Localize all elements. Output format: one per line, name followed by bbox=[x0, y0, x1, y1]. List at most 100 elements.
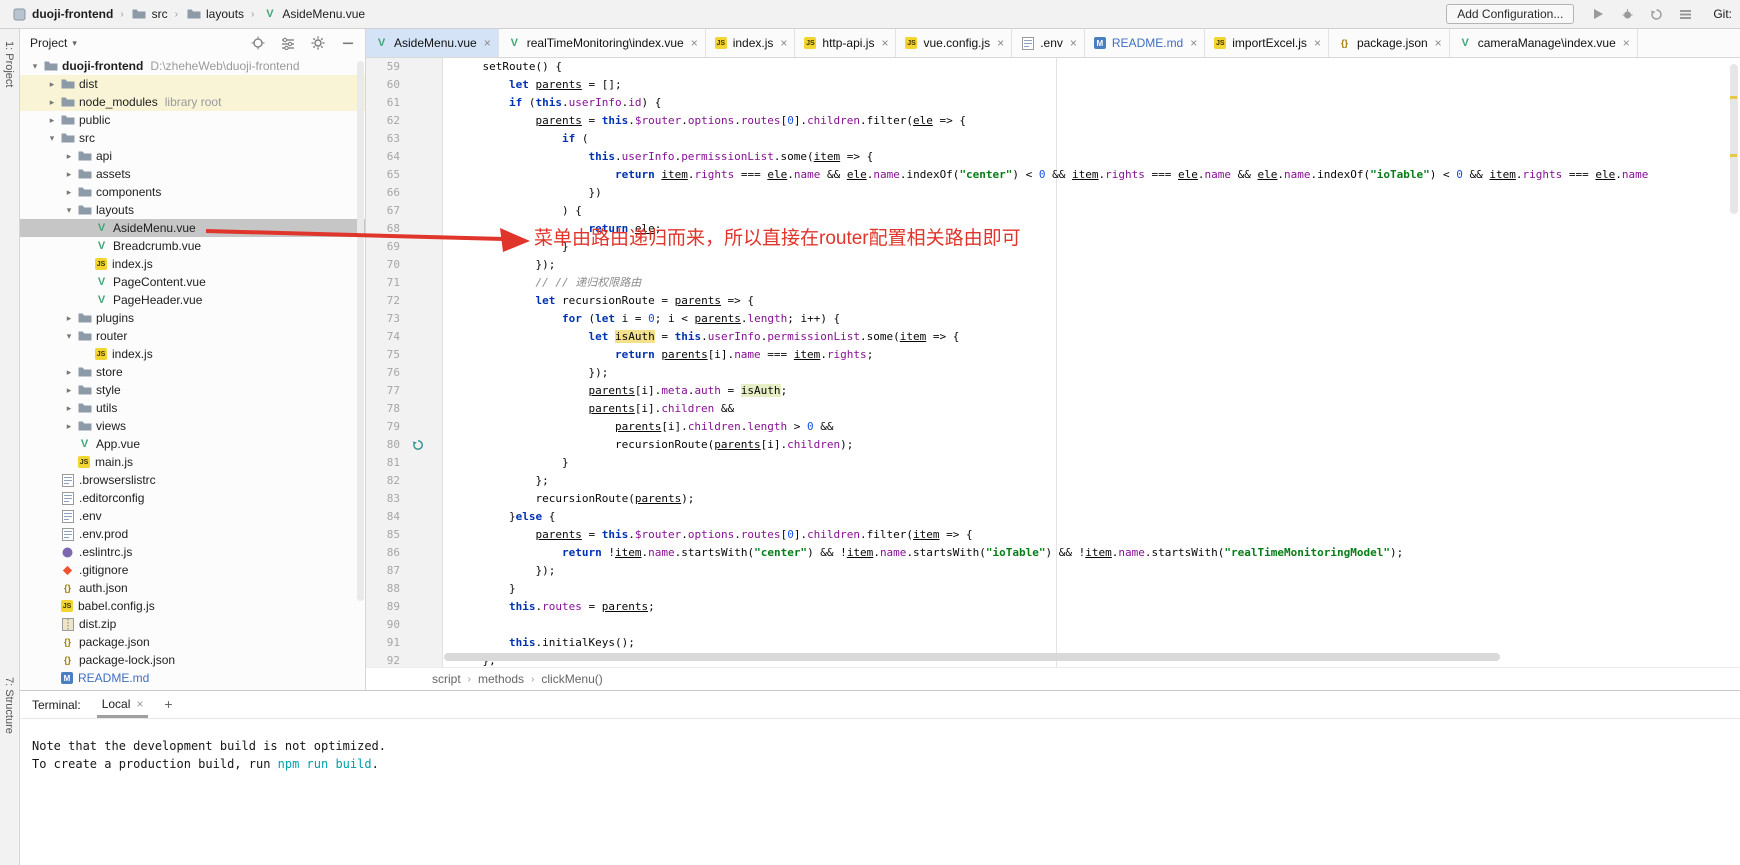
chevron-right-icon[interactable]: ▸ bbox=[62, 385, 76, 396]
tree-item-layouts[interactable]: ▾layouts bbox=[20, 201, 365, 219]
tree-item-style[interactable]: ▸style bbox=[20, 381, 365, 399]
tree-item-utils[interactable]: ▸utils bbox=[20, 399, 365, 417]
close-icon[interactable]: × bbox=[1623, 36, 1630, 50]
tab-asidemenu-vue[interactable]: VAsideMenu.vue× bbox=[366, 29, 499, 57]
close-icon[interactable]: × bbox=[780, 36, 787, 50]
code-editor[interactable]: 59 setRoute() {60 let parents = [];61 if… bbox=[366, 58, 1740, 667]
tree-item-readme-md[interactable]: MREADME.md bbox=[20, 669, 365, 687]
code-line-72[interactable]: 72 let recursionRoute = parents => { bbox=[366, 292, 1740, 310]
gear-icon[interactable] bbox=[310, 36, 325, 51]
code-line-69[interactable]: 69 } bbox=[366, 238, 1740, 256]
code-line-64[interactable]: 64 this.userInfo.permissionList.some(ite… bbox=[366, 148, 1740, 166]
chevron-right-icon[interactable]: ▸ bbox=[62, 403, 76, 414]
tree-item-package-json[interactable]: {}package.json bbox=[20, 633, 365, 651]
tree-item-router[interactable]: ▾router bbox=[20, 327, 365, 345]
chevron-right-icon[interactable]: ▸ bbox=[62, 151, 76, 162]
breadcrumb-project[interactable]: duoji-frontend bbox=[8, 6, 116, 22]
tree-item-src[interactable]: ▾src bbox=[20, 129, 365, 147]
chevron-right-icon[interactable]: ▸ bbox=[62, 187, 76, 198]
chevron-right-icon[interactable]: ▸ bbox=[62, 313, 76, 324]
tree-item-pageheader-vue[interactable]: VPageHeader.vue bbox=[20, 291, 365, 309]
tree-item-store[interactable]: ▸store bbox=[20, 363, 365, 381]
project-tree[interactable]: ▾duoji-frontendD:\zheheWeb\duoji-fronten… bbox=[20, 57, 365, 690]
code-line-81[interactable]: 81 } bbox=[366, 454, 1740, 472]
tab-vue-config-js[interactable]: JSvue.config.js× bbox=[896, 29, 1012, 57]
code-line-63[interactable]: 63 if ( bbox=[366, 130, 1740, 148]
project-panel-title[interactable]: Project bbox=[30, 36, 67, 50]
breadcrumb-asidemenu-vue[interactable]: VAsideMenu.vue bbox=[258, 6, 368, 22]
tree-item-app-vue[interactable]: VApp.vue bbox=[20, 435, 365, 453]
breadcrumb-src[interactable]: src bbox=[128, 6, 171, 22]
breadcrumb-methods[interactable]: methods bbox=[478, 672, 524, 686]
code-line-91[interactable]: 91 this.initialKeys(); bbox=[366, 634, 1740, 652]
code-line-60[interactable]: 60 let parents = []; bbox=[366, 76, 1740, 94]
horizontal-scrollbar[interactable] bbox=[444, 653, 1500, 661]
code-line-87[interactable]: 87 }); bbox=[366, 562, 1740, 580]
chevron-right-icon[interactable]: ▸ bbox=[45, 97, 59, 108]
code-line-68[interactable]: 68 return ele; bbox=[366, 220, 1740, 238]
tree-item-components[interactable]: ▸components bbox=[20, 183, 365, 201]
locate-icon[interactable] bbox=[250, 36, 265, 51]
project-tree-scrollbar[interactable] bbox=[357, 61, 364, 601]
code-line-86[interactable]: 86 return !item.name.startsWith("center"… bbox=[366, 544, 1740, 562]
code-line-83[interactable]: 83 recursionRoute(parents); bbox=[366, 490, 1740, 508]
close-icon[interactable]: × bbox=[691, 36, 698, 50]
tree-item-index-js[interactable]: JSindex.js bbox=[20, 255, 365, 273]
tree-item-node-modules[interactable]: ▸node_moduleslibrary root bbox=[20, 93, 365, 111]
tree-item-dist-zip[interactable]: dist.zip bbox=[20, 615, 365, 633]
close-icon[interactable]: × bbox=[881, 36, 888, 50]
code-line-88[interactable]: 88 } bbox=[366, 580, 1740, 598]
tree-item-main-js[interactable]: JSmain.js bbox=[20, 453, 365, 471]
structure-toolwindow-button[interactable]: 7: Structure bbox=[3, 677, 15, 734]
code-line-90[interactable]: 90 bbox=[366, 616, 1740, 634]
tree-item-eslintrc-js[interactable]: .eslintrc.js bbox=[20, 543, 365, 561]
tree-item-api[interactable]: ▸api bbox=[20, 147, 365, 165]
code-line-76[interactable]: 76 }); bbox=[366, 364, 1740, 382]
chevron-right-icon[interactable]: ▸ bbox=[62, 367, 76, 378]
code-line-84[interactable]: 84 }else { bbox=[366, 508, 1740, 526]
close-icon[interactable]: × bbox=[1070, 36, 1077, 50]
code-line-74[interactable]: 74 let isAuth = this.userInfo.permission… bbox=[366, 328, 1740, 346]
tree-item-breadcrumb-vue[interactable]: VBreadcrumb.vue bbox=[20, 237, 365, 255]
tree-item-dist[interactable]: ▸dist bbox=[20, 75, 365, 93]
close-icon[interactable]: × bbox=[484, 36, 491, 50]
chevron-down-icon[interactable]: ▾ bbox=[28, 61, 42, 72]
tree-item-pagecontent-vue[interactable]: VPageContent.vue bbox=[20, 273, 365, 291]
tab-index-js[interactable]: JSindex.js× bbox=[706, 29, 796, 57]
tree-item-views[interactable]: ▸views bbox=[20, 417, 365, 435]
chevron-down-icon[interactable]: ▾ bbox=[45, 133, 59, 144]
tab-readme-md[interactable]: MREADME.md× bbox=[1085, 29, 1205, 57]
breadcrumb-layouts[interactable]: layouts bbox=[182, 6, 247, 22]
project-toolwindow-button[interactable]: 1: Project bbox=[3, 41, 15, 87]
chevron-right-icon[interactable]: ▸ bbox=[45, 115, 59, 126]
hide-icon[interactable] bbox=[340, 36, 355, 51]
chevron-right-icon[interactable]: ▸ bbox=[45, 79, 59, 90]
breadcrumb-clickmenu[interactable]: clickMenu() bbox=[541, 672, 602, 686]
code-line-70[interactable]: 70 }); bbox=[366, 256, 1740, 274]
code-line-82[interactable]: 82 }; bbox=[366, 472, 1740, 490]
tab-realtimemonitoring-index-vue[interactable]: VrealTimeMonitoring\index.vue× bbox=[499, 29, 706, 57]
close-icon[interactable]: × bbox=[997, 36, 1004, 50]
breadcrumb-script[interactable]: script bbox=[432, 672, 461, 686]
filter-icon[interactable] bbox=[280, 36, 295, 51]
tree-item-auth-json[interactable]: {}auth.json bbox=[20, 579, 365, 597]
terminal-tab-local[interactable]: Local × bbox=[97, 697, 149, 718]
code-line-75[interactable]: 75 return parents[i].name === item.right… bbox=[366, 346, 1740, 364]
tree-item-index-js[interactable]: JSindex.js bbox=[20, 345, 365, 363]
code-line-89[interactable]: 89 this.routes = parents; bbox=[366, 598, 1740, 616]
tree-item-assets[interactable]: ▸assets bbox=[20, 165, 365, 183]
tree-item-duoji-frontend[interactable]: ▾duoji-frontendD:\zheheWeb\duoji-fronten… bbox=[20, 57, 365, 75]
tree-item-babel-config-js[interactable]: JSbabel.config.js bbox=[20, 597, 365, 615]
tab-cameramanage-index-vue[interactable]: VcameraManage\index.vue× bbox=[1450, 29, 1638, 57]
tab-importexcel-js[interactable]: JSimportExcel.js× bbox=[1205, 29, 1329, 57]
close-icon[interactable]: × bbox=[1435, 36, 1442, 50]
tree-item-editorconfig[interactable]: .editorconfig bbox=[20, 489, 365, 507]
code-line-66[interactable]: 66 }) bbox=[366, 184, 1740, 202]
code-line-61[interactable]: 61 if (this.userInfo.id) { bbox=[366, 94, 1740, 112]
tree-item-gitignore[interactable]: .gitignore bbox=[20, 561, 365, 579]
code-line-78[interactable]: 78 parents[i].children && bbox=[366, 400, 1740, 418]
add-configuration-button[interactable]: Add Configuration... bbox=[1446, 4, 1574, 24]
chevron-down-icon[interactable]: ▾ bbox=[62, 331, 76, 342]
code-line-59[interactable]: 59 setRoute() { bbox=[366, 58, 1740, 76]
close-icon[interactable]: × bbox=[1314, 36, 1321, 50]
